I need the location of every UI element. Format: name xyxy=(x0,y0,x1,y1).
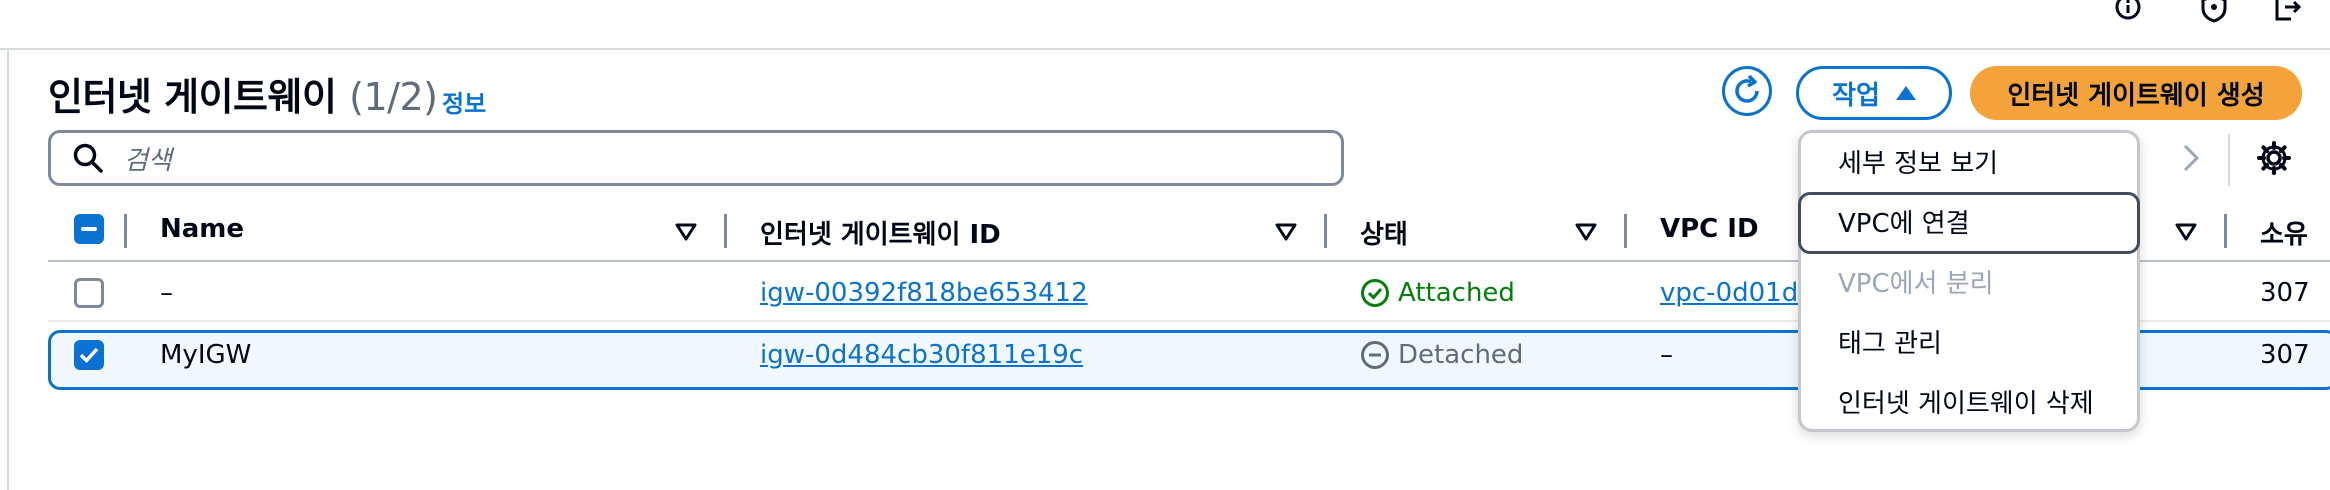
column-header-status[interactable]: 상태 xyxy=(1360,214,1408,251)
actions-button[interactable]: 작업 xyxy=(1796,66,1952,120)
search-icon xyxy=(72,142,104,178)
gear-icon xyxy=(2257,141,2291,175)
menu-item-delete-igw[interactable]: 인터넷 게이트웨이 삭제 xyxy=(1838,383,2094,420)
page-title: 인터넷 게이트웨이 (1/2) xyxy=(48,75,438,119)
refresh-icon xyxy=(1735,75,1759,103)
column-header-vpc-id[interactable]: VPC ID xyxy=(1660,214,1759,244)
left-divider xyxy=(7,48,9,490)
vpc-id-link[interactable]: vpc-0d01d xyxy=(1660,278,1798,308)
column-header-igw-id[interactable]: 인터넷 게이트웨이 ID xyxy=(760,214,1001,251)
row-vpc-id: – xyxy=(1660,340,1673,370)
chevron-right-icon xyxy=(2183,144,2200,172)
menu-item-detach-vpc: VPC에서 분리 xyxy=(1838,269,1994,299)
next-page-button[interactable] xyxy=(2176,138,2206,178)
sort-icon[interactable] xyxy=(674,220,698,244)
create-internet-gateway-button[interactable]: 인터넷 게이트웨이 생성 xyxy=(1970,66,2302,120)
caret-up-icon xyxy=(1895,86,1916,100)
igw-id-link[interactable]: igw-0d484cb30f811e19c xyxy=(760,340,1083,370)
row-name: – xyxy=(160,278,173,308)
column-header-name[interactable]: Name xyxy=(160,214,244,244)
select-all-checkbox[interactable] xyxy=(74,214,104,244)
selection-count: (1/2) xyxy=(349,75,438,119)
minus-circle-icon xyxy=(1361,341,1389,369)
status-badge: Detached xyxy=(1360,340,1523,370)
sort-icon[interactable] xyxy=(1274,220,1298,244)
sort-icon[interactable] xyxy=(1574,220,1598,244)
search-input[interactable] xyxy=(48,130,1344,186)
column-header-owner[interactable]: 소유 xyxy=(2260,214,2308,251)
actions-label: 작업 xyxy=(1832,80,1880,111)
menu-item-manage-tags[interactable]: 태그 관리 xyxy=(1838,323,1942,360)
top-bar xyxy=(0,0,2330,50)
menu-item-view-details[interactable]: 세부 정보 보기 xyxy=(1838,143,1998,180)
external-icon[interactable] xyxy=(2272,0,2304,22)
preferences-button[interactable] xyxy=(2254,138,2294,178)
search-placeholder: 검색 xyxy=(124,146,172,176)
sort-icon[interactable] xyxy=(2174,220,2198,244)
row-owner: 307 xyxy=(2260,340,2310,370)
row-checkbox[interactable] xyxy=(74,340,104,370)
row-name: MyIGW xyxy=(160,340,252,370)
menu-item-attach-vpc[interactable]: VPC에 연결 xyxy=(1838,203,1970,240)
row-owner: 307 xyxy=(2260,278,2310,308)
refresh-button[interactable] xyxy=(1722,66,1772,116)
igw-id-link[interactable]: igw-00392f818be653412 xyxy=(760,278,1088,308)
row-checkbox[interactable] xyxy=(74,278,104,308)
check-icon xyxy=(79,347,99,364)
status-badge: Attached xyxy=(1360,278,1515,308)
info-link[interactable]: 정보 xyxy=(442,84,486,119)
info-icon[interactable] xyxy=(2112,0,2144,22)
check-circle-icon xyxy=(1361,279,1389,307)
shield-icon[interactable] xyxy=(2198,0,2230,23)
